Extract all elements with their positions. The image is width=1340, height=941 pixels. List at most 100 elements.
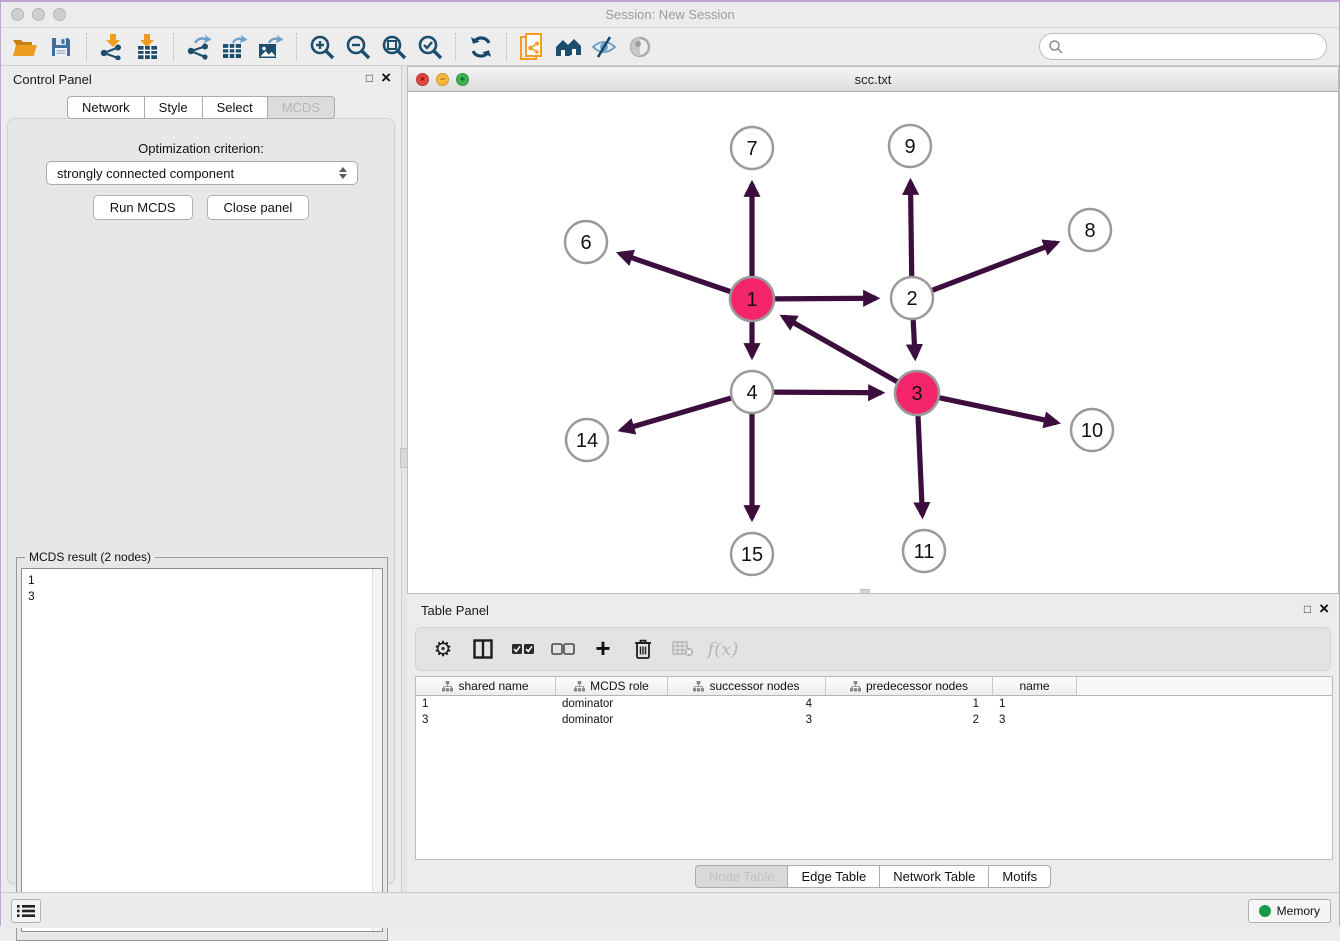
- control-panel-title: Control Panel: [13, 72, 92, 87]
- edge-2-3[interactable]: [913, 320, 915, 357]
- table-cell: 3: [416, 712, 556, 728]
- zoom-out-button[interactable]: [340, 31, 376, 63]
- column-header-predecessor-nodes[interactable]: predecessor nodes: [826, 677, 993, 696]
- zoom-out-icon: [345, 34, 371, 60]
- eye-slash-icon: [591, 35, 617, 59]
- close-panel-button[interactable]: Close panel: [207, 195, 310, 220]
- column-label: name: [1019, 679, 1049, 693]
- network-window-titlebar[interactable]: × − + scc.txt: [408, 67, 1338, 92]
- panel-splitter-grip[interactable]: [400, 448, 408, 468]
- close-panel-icon[interactable]: ×: [1319, 600, 1329, 617]
- deselect-all-columns-button[interactable]: [546, 632, 580, 666]
- result-scrollbar[interactable]: [372, 569, 382, 931]
- select-all-columns-button[interactable]: [506, 632, 540, 666]
- control-panel-tabs: NetworkStyleSelectMCDS: [1, 96, 401, 119]
- table-panel-title: Table Panel: [421, 603, 489, 618]
- tab-network-table[interactable]: Network Table: [879, 865, 988, 888]
- hide-details-button[interactable]: [586, 31, 622, 63]
- apply-layout-button[interactable]: [463, 31, 499, 63]
- delete-table-button[interactable]: [666, 632, 700, 666]
- tab-style[interactable]: Style: [144, 96, 202, 119]
- node-label-3: 3: [911, 383, 922, 405]
- run-mcds-button[interactable]: Run MCDS: [93, 195, 193, 220]
- save-session-button[interactable]: [43, 31, 79, 63]
- mcds-result-text[interactable]: 1 3: [21, 568, 383, 932]
- zoom-selected-button[interactable]: [412, 31, 448, 63]
- tab-network[interactable]: Network: [67, 96, 144, 119]
- export-image-button[interactable]: [253, 31, 289, 63]
- search-icon: [1048, 39, 1064, 55]
- network-view-window: × − + scc.txt 1234678910111415: [407, 66, 1339, 594]
- column-header-shared-name[interactable]: shared name: [416, 677, 556, 696]
- edge-3-10[interactable]: [939, 398, 1057, 423]
- table-row[interactable]: 1dominator411: [416, 696, 1332, 712]
- float-panel-icon[interactable]: □: [366, 71, 373, 85]
- edge-3-11[interactable]: [918, 415, 922, 515]
- table-cell: 1: [993, 696, 1077, 712]
- zoom-in-button[interactable]: [304, 31, 340, 63]
- zoom-selected-icon: [417, 34, 443, 60]
- unchecked-boxes-icon: [551, 643, 575, 655]
- table-cell: 2: [826, 712, 993, 728]
- control-panel-header: Control Panel □ ×: [1, 66, 401, 92]
- export-table-button[interactable]: [217, 31, 253, 63]
- memory-button[interactable]: Memory: [1248, 899, 1331, 923]
- edge-1-2[interactable]: [774, 298, 876, 299]
- node-table: shared name MCDS rolesuccessor nodesprede…: [415, 676, 1333, 860]
- edge-2-8[interactable]: [933, 243, 1057, 290]
- network-graph: 1234678910111415: [408, 92, 1338, 593]
- function-builder-button[interactable]: f(x): [706, 632, 740, 666]
- export-network-button[interactable]: [181, 31, 217, 63]
- tab-node-table[interactable]: Node Table: [695, 865, 788, 888]
- column-header-successor-nodes[interactable]: successor nodes: [668, 677, 826, 696]
- control-panel: Control Panel □ × NetworkStyleSelectMCDS…: [1, 66, 401, 892]
- show-columns-button[interactable]: [466, 632, 500, 666]
- app-title: Session: New Session: [1, 7, 1339, 22]
- close-panel-icon[interactable]: ×: [381, 69, 391, 86]
- network-canvas[interactable]: 1234678910111415: [408, 92, 1338, 593]
- canvas-splitter-grip[interactable]: [860, 589, 870, 594]
- zoom-in-icon: [309, 34, 335, 60]
- float-panel-icon[interactable]: □: [1304, 602, 1311, 616]
- mcds-result-title: MCDS result (2 nodes): [25, 550, 155, 564]
- zoom-fit-button[interactable]: [376, 31, 412, 63]
- open-session-button[interactable]: [7, 31, 43, 63]
- import-network-button[interactable]: [94, 31, 130, 63]
- task-history-button[interactable]: [11, 899, 41, 923]
- node-label-8: 8: [1084, 220, 1095, 242]
- edge-2-9[interactable]: [910, 182, 911, 276]
- fx-icon: f(x): [708, 639, 739, 660]
- tab-select[interactable]: Select: [202, 96, 267, 119]
- column-header-mcds-role[interactable]: MCDS role: [556, 677, 668, 696]
- document-share-icon: [520, 33, 544, 61]
- edge-4-14[interactable]: [622, 398, 731, 430]
- column-header-name[interactable]: name: [993, 677, 1077, 696]
- import-table-button[interactable]: [130, 31, 166, 63]
- tab-mcds[interactable]: MCDS: [267, 96, 335, 119]
- tab-edge-table[interactable]: Edge Table: [787, 865, 879, 888]
- edge-4-3[interactable]: [774, 392, 881, 393]
- table-cell: 4: [668, 696, 826, 712]
- memory-status-icon: [1259, 905, 1271, 917]
- show-details-button[interactable]: [622, 31, 658, 63]
- clone-network-button[interactable]: [514, 31, 550, 63]
- delete-column-button[interactable]: [626, 632, 660, 666]
- optimization-criterion-select[interactable]: strongly connected component: [46, 161, 358, 185]
- export-network-icon: [186, 34, 212, 60]
- toolbar-separator: [455, 33, 456, 61]
- hierarchy-icon: [442, 681, 453, 692]
- search-input[interactable]: [1064, 39, 1304, 54]
- cybrowser-home-button[interactable]: [550, 31, 586, 63]
- optimization-criterion-label: Optimization criterion:: [8, 141, 394, 156]
- tab-motifs[interactable]: Motifs: [988, 865, 1051, 888]
- search-box: [1039, 33, 1327, 60]
- app-titlebar: Session: New Session: [1, 2, 1339, 28]
- create-column-button[interactable]: +: [586, 632, 620, 666]
- column-label: shared name: [458, 679, 528, 693]
- table-settings-button[interactable]: ⚙: [426, 632, 460, 666]
- node-label-4: 4: [746, 382, 757, 404]
- edge-1-6[interactable]: [620, 254, 731, 292]
- delete-table-icon: [672, 641, 694, 657]
- table-row[interactable]: 3dominator323: [416, 712, 1332, 728]
- edge-3-1[interactable]: [783, 317, 898, 382]
